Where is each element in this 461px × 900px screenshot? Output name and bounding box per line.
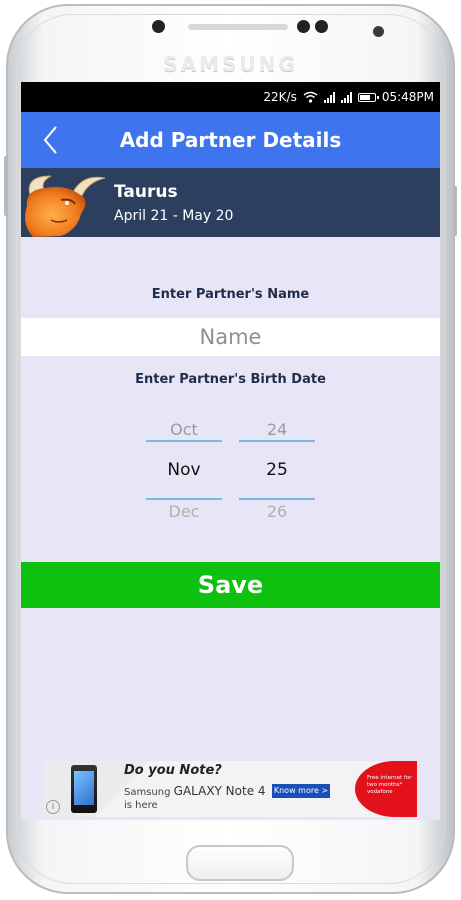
day-picker[interactable]: 24 25 26 [239, 412, 315, 522]
status-bar: 22K/s 05:48PM [21, 82, 440, 112]
save-button[interactable]: Save [21, 562, 440, 608]
picker-divider [146, 440, 222, 442]
taurus-bull-icon [25, 175, 106, 237]
sign-dates: April 21 - May 20 [114, 208, 234, 224]
month-next[interactable]: Dec [146, 502, 222, 521]
day-prev[interactable]: 24 [239, 420, 315, 439]
picker-divider [146, 498, 222, 500]
ad-promo-text: Free internet for two months* vodafone [367, 775, 412, 795]
ad-promo-badge: Free internet for two months* vodafone [355, 761, 417, 817]
earpiece [188, 24, 288, 30]
partner-name-label: Enter Partner's Name [151, 287, 310, 302]
signal-bars-icon [340, 91, 352, 103]
clock: 05:48PM [381, 90, 434, 104]
ad-product-name: GALAXY Note 4 [173, 784, 266, 798]
picker-divider [239, 498, 315, 500]
sensor-dot [297, 20, 310, 33]
back-button[interactable] [35, 122, 65, 158]
battery-icon [357, 92, 379, 102]
home-button[interactable] [186, 845, 294, 881]
chevron-left-icon [43, 126, 57, 154]
month-prev[interactable]: Oct [146, 420, 222, 439]
day-next[interactable]: 26 [239, 502, 315, 521]
ad-phone-image [71, 765, 97, 813]
birth-date-label: Enter Partner's Birth Date [135, 372, 326, 387]
volume-button [4, 156, 8, 216]
device-brand: SAMSUNG [163, 52, 298, 76]
signal-bars-icon [323, 91, 335, 103]
month-selected[interactable]: Nov [146, 460, 222, 480]
page-title: Add Partner Details [119, 128, 342, 152]
ad-brand-prefix: Samsung [124, 787, 171, 798]
ad-banner[interactable]: i Do you Note? Samsung GALAXY Note 4 is … [43, 761, 417, 817]
sign-name: Taurus [114, 182, 178, 202]
picker-divider [239, 440, 315, 442]
wifi-icon [303, 91, 318, 103]
month-picker[interactable]: Oct Nov Dec [146, 412, 222, 522]
ad-know-more-button[interactable]: Know more > [272, 784, 330, 798]
sensor-dot [315, 20, 328, 33]
partner-name-input[interactable] [21, 318, 440, 356]
ad-brand-line: Samsung GALAXY Note 4 [124, 784, 266, 798]
front-camera [373, 26, 384, 37]
app-bar: Add Partner Details [21, 112, 440, 168]
net-speed: 22K/s [263, 90, 297, 104]
ad-subline: is here [124, 800, 158, 811]
zodiac-header: Taurus April 21 - May 20 [21, 168, 440, 237]
ad-info-icon[interactable]: i [46, 800, 60, 814]
power-button [453, 186, 457, 236]
app-screen: 22K/s 05:48PM Add Partner Details Taurus… [21, 82, 440, 820]
ad-headline: Do you Note? [124, 763, 222, 778]
day-selected[interactable]: 25 [239, 460, 315, 480]
sensor-dot [152, 20, 165, 33]
